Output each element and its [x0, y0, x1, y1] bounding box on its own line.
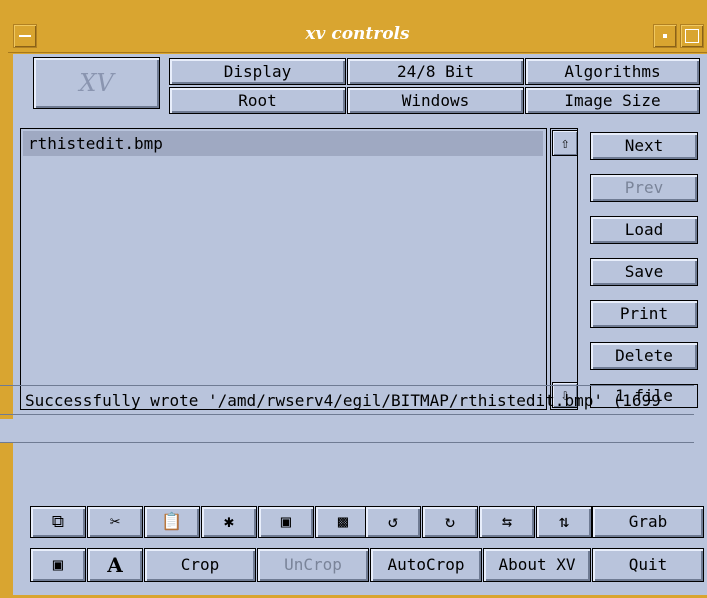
font-icon[interactable]: A	[87, 548, 143, 582]
clear-icon[interactable]: ✱	[201, 506, 257, 538]
fit-icon[interactable]: ▩	[315, 506, 371, 538]
quit-button[interactable]: Quit	[592, 548, 704, 582]
grab-button[interactable]: Grab	[592, 506, 704, 538]
pad-icon[interactable]: ▣	[258, 506, 314, 538]
image-size-button[interactable]: Image Size	[525, 87, 700, 114]
save-button[interactable]: Save	[590, 258, 698, 286]
next-button[interactable]: Next	[590, 132, 698, 160]
display-button[interactable]: Display	[169, 58, 346, 85]
print-button[interactable]: Print	[590, 300, 698, 328]
rotate-left-icon[interactable]: ↺	[365, 506, 421, 538]
autocrop-button[interactable]: AutoCrop	[370, 548, 482, 582]
list-item[interactable]: rthistedit.bmp	[23, 131, 543, 156]
rotate-right-icon[interactable]: ↻	[422, 506, 478, 538]
crop-button[interactable]: Crop	[144, 548, 256, 582]
load-button[interactable]: Load	[590, 216, 698, 244]
flip-vertical-icon[interactable]: ⇅	[536, 506, 592, 538]
cut-icon[interactable]: ✂	[87, 506, 143, 538]
about-button[interactable]: About XV	[483, 548, 591, 582]
file-list[interactable]: rthistedit.bmp	[20, 128, 547, 410]
window-title: xv controls	[305, 24, 410, 44]
file-list-scrollbar[interactable]: ⇧ ⇩	[550, 128, 578, 410]
xv-logo: XV	[79, 69, 114, 97]
text-annotate-icon[interactable]: ▣	[30, 548, 86, 582]
algorithms-button[interactable]: Algorithms	[525, 58, 700, 85]
xv-logo-button[interactable]: XV	[33, 57, 160, 109]
minimize-button[interactable]	[653, 24, 677, 48]
windows-button[interactable]: Windows	[347, 87, 524, 114]
status-message: Successfully wrote '/amd/rwserv4/egil/BI…	[0, 385, 694, 415]
scroll-up-icon[interactable]: ⇧	[552, 130, 578, 156]
prev-button[interactable]: Prev	[590, 174, 698, 202]
root-button[interactable]: Root	[169, 87, 346, 114]
title-bar[interactable]: xv controls	[8, 20, 707, 53]
delete-button[interactable]: Delete	[590, 342, 698, 370]
uncrop-button[interactable]: UnCrop	[257, 548, 369, 582]
window-frame: xv controls XV Display 24/8 Bit Algorith…	[0, 0, 707, 598]
flip-horizontal-icon[interactable]: ⇆	[479, 506, 535, 538]
copy-icon[interactable]: ⧉	[30, 506, 86, 538]
paste-icon[interactable]: 📋	[144, 506, 200, 538]
maximize-button[interactable]	[680, 24, 704, 48]
bit-depth-button[interactable]: 24/8 Bit	[347, 58, 524, 85]
status-blank-row	[0, 419, 694, 443]
